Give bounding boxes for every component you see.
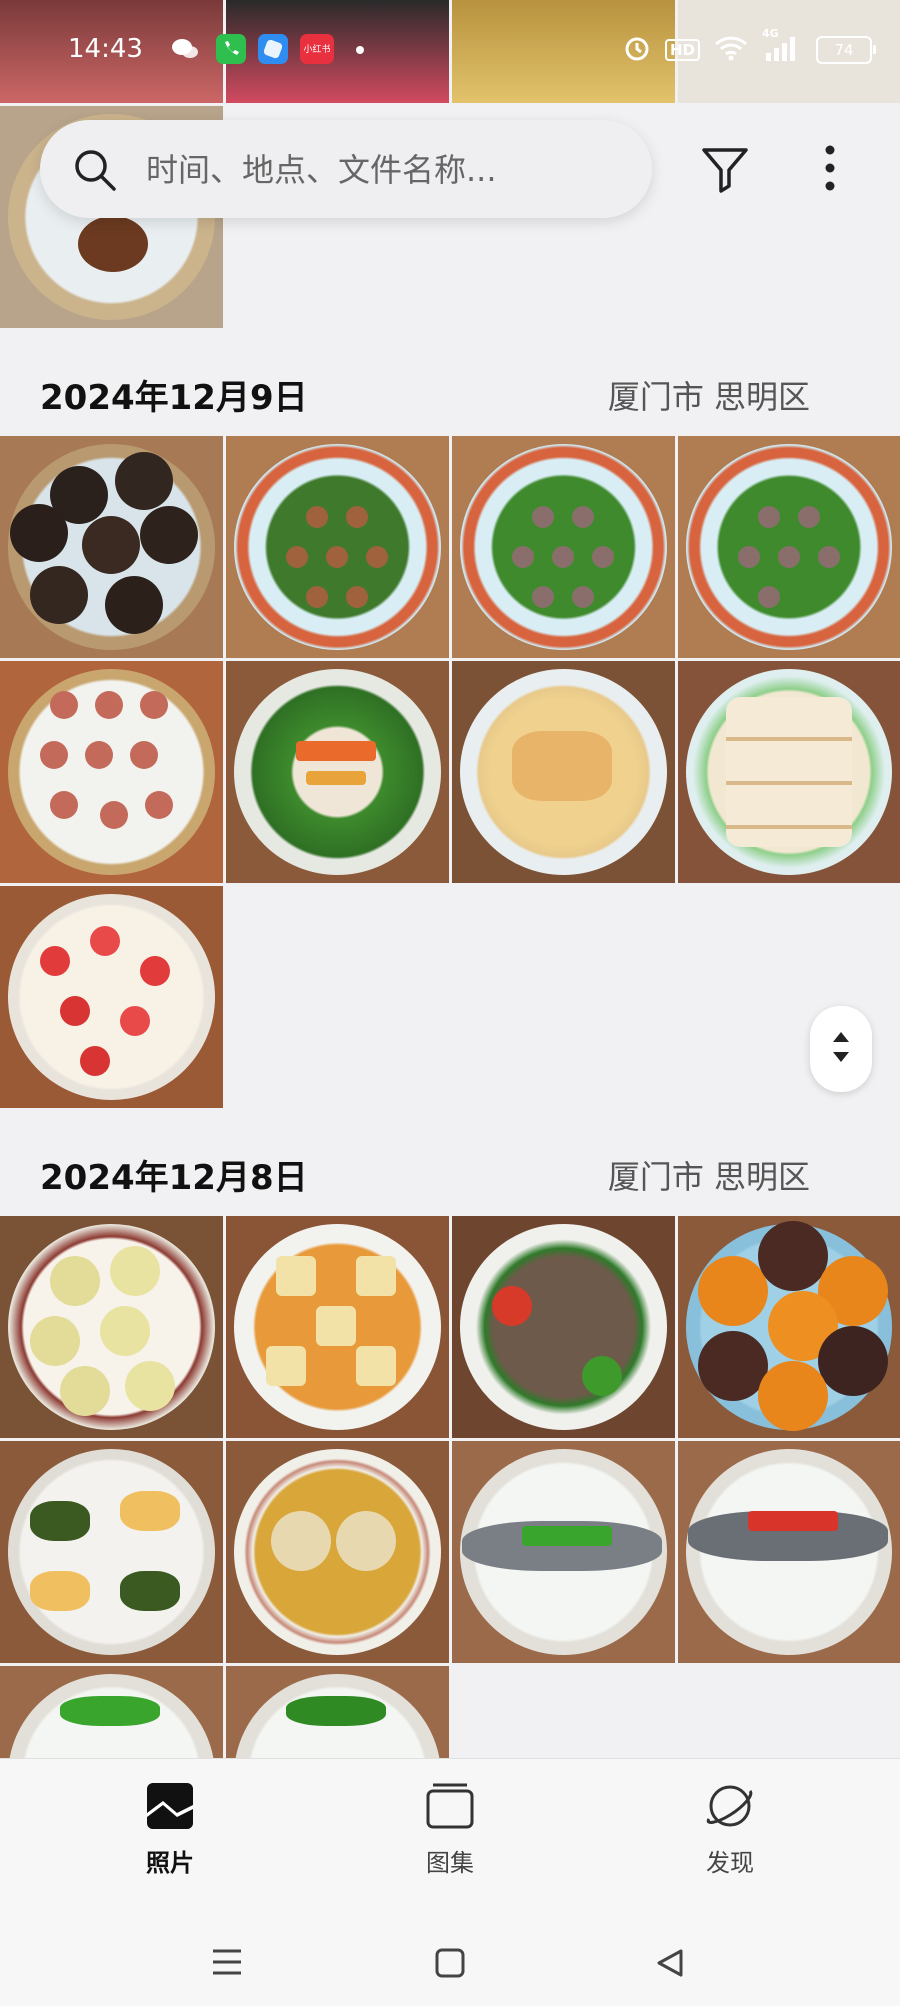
alarm-icon: [623, 34, 651, 66]
tab-label: 照片: [146, 1849, 194, 1877]
photo-thumbnail[interactable]: [678, 661, 900, 883]
xiaohongshu-label: 小红书: [303, 45, 331, 55]
photo-thumbnail[interactable]: [226, 436, 449, 658]
blue-app-icon: [258, 34, 288, 64]
albums-icon: [423, 1783, 477, 1837]
xiaohongshu-icon: 小红书: [300, 34, 334, 64]
photo-thumbnail[interactable]: [452, 436, 675, 658]
section-date: 2024年12月8日: [40, 1158, 308, 1198]
photo-thumbnail[interactable]: [678, 436, 900, 658]
more-notifications-dot: [356, 46, 364, 54]
back-nav-button[interactable]: [654, 1947, 686, 1983]
fast-scroll-handle[interactable]: [810, 1006, 872, 1092]
photo-thumbnail[interactable]: [452, 1216, 675, 1438]
signal-icon: 4G: [762, 27, 802, 65]
home-nav-button[interactable]: [434, 1947, 466, 1983]
tab-discover[interactable]: 发现: [660, 1779, 800, 1878]
phone-app-icon: [216, 34, 246, 64]
filter-icon[interactable]: [700, 144, 750, 198]
bottom-navigation: 照片 图集 发现: [0, 1758, 900, 2006]
search-input[interactable]: [144, 140, 618, 200]
section-location[interactable]: 厦门市 思明区: [608, 1152, 810, 1198]
more-options-icon[interactable]: [816, 140, 844, 200]
tab-label: 发现: [706, 1849, 754, 1877]
menu-nav-button[interactable]: [210, 1947, 244, 1981]
photo-thumbnail[interactable]: [226, 1666, 449, 1758]
section-location[interactable]: 厦门市 思明区: [608, 372, 810, 418]
up-down-arrows-icon: [830, 1029, 852, 1069]
wifi-icon: [714, 35, 748, 65]
photo-thumbnail[interactable]: [0, 1666, 223, 1758]
photo-thumbnail[interactable]: [226, 661, 449, 883]
photos-icon: [143, 1783, 197, 1837]
search-bar[interactable]: [40, 120, 652, 218]
photo-thumbnail[interactable]: [0, 661, 223, 883]
photo-thumbnail[interactable]: [452, 1441, 675, 1663]
photo-thumbnail[interactable]: [678, 1216, 900, 1438]
tab-albums[interactable]: 图集: [380, 1779, 520, 1878]
photo-thumbnail[interactable]: [678, 1441, 900, 1663]
photo-thumbnail[interactable]: [452, 661, 675, 883]
wechat-icon: [170, 34, 200, 64]
status-time: 14:43: [68, 34, 143, 64]
tab-photos[interactable]: 照片: [100, 1779, 240, 1878]
battery-level: 74: [834, 41, 854, 59]
photo-thumbnail[interactable]: [0, 436, 223, 658]
status-bar: 14:43 小红书 HD 4G 74: [0, 0, 900, 106]
search-icon: [72, 147, 118, 197]
tab-label: 图集: [426, 1849, 474, 1877]
section-date: 2024年12月9日: [40, 378, 308, 418]
photo-thumbnail[interactable]: [0, 1441, 223, 1663]
photo-thumbnail[interactable]: [226, 1441, 449, 1663]
photo-thumbnail[interactable]: [0, 1216, 223, 1438]
network-type: 4G: [762, 27, 779, 40]
planet-icon: [703, 1785, 757, 1837]
battery-indicator: 74: [816, 36, 876, 64]
status-indicators: HD 4G 74: [623, 27, 876, 66]
photo-thumbnail[interactable]: [0, 886, 223, 1108]
hd-badge: HD: [664, 39, 700, 61]
photo-thumbnail[interactable]: [226, 1216, 449, 1438]
